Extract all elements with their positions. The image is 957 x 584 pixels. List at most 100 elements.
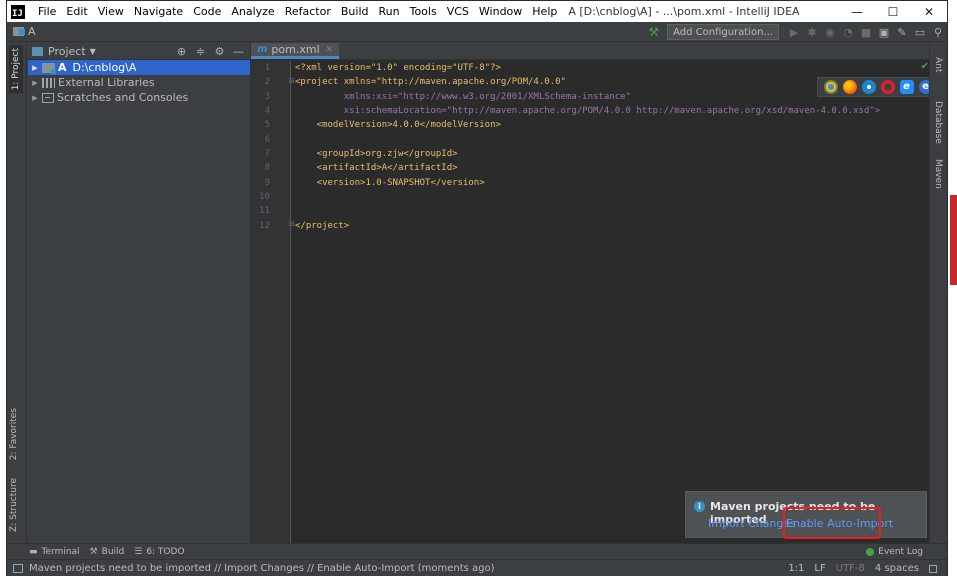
maximize-button[interactable]: ☐	[875, 1, 911, 22]
tab-database[interactable]: Database	[933, 101, 943, 144]
module-path: D:\cnblog\A	[72, 61, 137, 74]
project-structure-icon[interactable]: ▣	[875, 26, 893, 39]
module-folder-icon	[13, 27, 25, 36]
event-log-button[interactable]: Event Log	[866, 544, 923, 560]
tree-item-external-libraries[interactable]: ▶ External Libraries	[28, 75, 250, 90]
line-number: 12	[259, 220, 270, 231]
line-number: 8	[264, 163, 270, 174]
code-editor[interactable]: <?xml version="1.0" encoding="UTF-8"?> <…	[295, 61, 880, 233]
window-controls: — ☐ ✕	[839, 1, 947, 22]
menu-edit[interactable]: Edit	[61, 5, 92, 18]
build-button[interactable]: ⚒ Build	[90, 547, 125, 557]
navigation-bar: A ⚒ Add Configuration... ▶ ✱ ◉ ◔ ■ ▣ ✎ ▭…	[7, 22, 947, 42]
project-panel-header: Project ▼ ⊕ ≑ ⚙ —	[28, 43, 250, 60]
debug-icon[interactable]: ✱	[803, 26, 821, 39]
line-number: 10	[259, 191, 270, 202]
terminal-label: Terminal	[41, 546, 80, 557]
internet-explorer-icon[interactable]: e	[899, 80, 914, 94]
gear-icon[interactable]: ⚙	[210, 45, 229, 58]
expand-arrow-icon[interactable]: ▶	[30, 94, 40, 102]
window-title: A [D:\cnblog\A] - ...\pom.xml - IntelliJ…	[568, 5, 800, 18]
line-number: 2	[264, 77, 270, 88]
minimize-button[interactable]: —	[839, 1, 875, 22]
menu-navigate[interactable]: Navigate	[129, 5, 188, 18]
tree-item-label: Scratches and Consoles	[57, 91, 189, 104]
inspection-ok-icon[interactable]: ✔	[921, 61, 929, 72]
menu-tools[interactable]: Tools	[405, 5, 442, 18]
coverage-icon[interactable]: ◉	[821, 26, 839, 39]
code-line: </project>	[295, 220, 350, 231]
file-encoding[interactable]: UTF-8	[836, 563, 865, 574]
tab-label: pom.xml	[271, 43, 320, 56]
code-line: xmlns:xsi="http://www.w3.org/2001/XMLSch…	[295, 91, 631, 102]
tool-window-bar: ▬ Terminal ⚒ Build ☰ 6: TODO Event Log	[7, 543, 947, 559]
fold-marker-icon[interactable]: ⊟	[289, 77, 295, 85]
expand-arrow-icon[interactable]: ▶	[30, 64, 40, 72]
run-toolbar: ⚒ Add Configuration... ▶ ✱ ◉ ◔ ■ ▣ ✎ ▭ ⚲	[648, 22, 947, 42]
lock-icon[interactable]	[929, 564, 937, 573]
settings-icon[interactable]: ✎	[893, 26, 911, 39]
maven-file-icon: m	[257, 44, 268, 55]
menu-help[interactable]: Help	[527, 5, 562, 18]
expand-arrow-icon[interactable]: ▶	[30, 79, 40, 87]
open-in-browser-bar: e e	[817, 77, 939, 97]
safari-icon[interactable]	[861, 80, 876, 94]
menu-run[interactable]: Run	[374, 5, 405, 18]
menu-code[interactable]: Code	[188, 5, 226, 18]
fold-marker-icon[interactable]: ⊟	[289, 220, 295, 228]
chrome-icon[interactable]	[823, 80, 838, 94]
todo-button[interactable]: ☰ 6: TODO	[134, 547, 184, 557]
status-message[interactable]: Maven projects need to be imported // Im…	[29, 563, 495, 574]
code-line: <project xmlns="http://maven.apache.org/…	[295, 77, 566, 88]
menu-refactor[interactable]: Refactor	[280, 5, 336, 18]
menu-analyze[interactable]: Analyze	[226, 5, 279, 18]
tab-favorites[interactable]: 2: Favorites	[9, 408, 19, 460]
search-icon[interactable]: ⚲	[929, 26, 947, 39]
breadcrumb[interactable]: A	[28, 25, 36, 38]
tab-ant[interactable]: Ant	[933, 57, 943, 72]
collapse-all-icon[interactable]: ≑	[191, 45, 210, 58]
ide-window: IJ File Edit View Navigate Code Analyze …	[6, 0, 948, 576]
locate-icon[interactable]: ⊕	[172, 45, 191, 58]
terminal-button[interactable]: ▬ Terminal	[29, 547, 80, 557]
menu-file[interactable]: File	[33, 5, 61, 18]
event-log-icon	[866, 548, 875, 556]
toggle-tool-windows-icon[interactable]	[13, 563, 23, 573]
profile-icon[interactable]: ◔	[839, 26, 857, 39]
tab-project[interactable]: 1: Project	[9, 45, 23, 94]
tab-maven[interactable]: Maven	[933, 159, 943, 189]
hide-panel-icon[interactable]: —	[229, 45, 248, 58]
project-panel-title[interactable]: Project	[48, 45, 86, 58]
run-icon[interactable]: ▶	[785, 26, 803, 39]
close-button[interactable]: ✕	[911, 1, 947, 22]
indent-setting[interactable]: 4 spaces	[875, 563, 919, 574]
project-panel-tools: ⊕ ≑ ⚙ —	[172, 43, 248, 60]
add-configuration-button[interactable]: Add Configuration...	[667, 24, 779, 40]
caret-position[interactable]: 1:1	[788, 563, 804, 574]
menu-build[interactable]: Build	[336, 5, 374, 18]
tab-structure[interactable]: Z: Structure	[9, 478, 19, 532]
menu-vcs[interactable]: VCS	[442, 5, 474, 18]
tree-item-scratches[interactable]: ▶ Scratches and Consoles	[28, 90, 250, 105]
annotation-highlight-box	[783, 507, 881, 539]
presentation-icon[interactable]: ▭	[911, 26, 929, 39]
module-folder-icon	[42, 62, 56, 74]
chevron-down-icon[interactable]: ▼	[90, 47, 96, 56]
stop-icon[interactable]: ■	[857, 26, 875, 39]
close-tab-icon[interactable]: ✕	[326, 45, 334, 55]
code-line: <modelVersion>4.0.0</modelVersion>	[295, 120, 501, 131]
scratches-icon	[42, 92, 54, 103]
tree-item-module-a[interactable]: ▶ A D:\cnblog\A	[28, 60, 250, 75]
firefox-icon[interactable]	[842, 80, 857, 94]
build-label: Build	[101, 546, 125, 557]
line-number-gutter: 1 2 3 4 5 6 7 8 9 10 11 12 ⊟ ⊟	[251, 61, 295, 543]
build-hammer-icon[interactable]: ⚒	[648, 25, 659, 39]
line-number: 9	[264, 177, 270, 188]
tab-pom-xml[interactable]: m pom.xml ✕	[251, 43, 340, 59]
line-separator[interactable]: LF	[814, 563, 825, 574]
opera-icon[interactable]	[880, 80, 895, 94]
menu-view[interactable]: View	[93, 5, 129, 18]
editor-area: m pom.xml ✕ 1 2 3 4 5 6 7 8 9 10 11 12 ⊟…	[250, 43, 939, 543]
menu-window[interactable]: Window	[474, 5, 527, 18]
